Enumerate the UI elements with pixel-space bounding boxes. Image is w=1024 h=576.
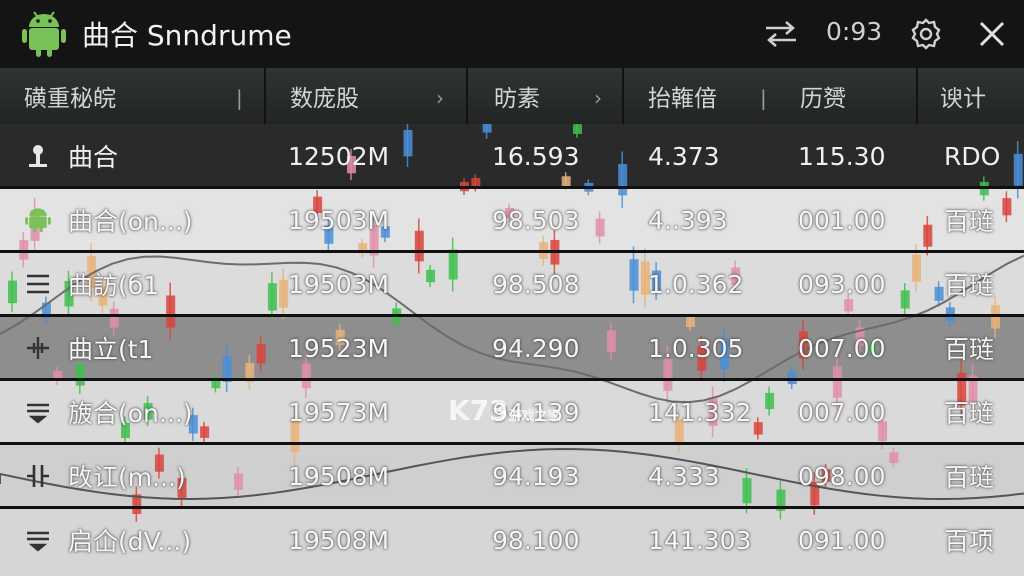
table-row[interactable]: 曲合 12502M 16.593 4.373 115.30 RDO [0, 124, 1024, 188]
column-divider [622, 68, 624, 124]
table-row[interactable]: 攺讧(m...) 19508M 94.193 4.333 098.00 百琏 [0, 444, 1024, 508]
row-history: 007.00 [798, 333, 886, 363]
row-volume: 19503M [288, 205, 390, 235]
column-divider-mark: | [236, 86, 243, 110]
row-volume: 19508M [288, 525, 390, 555]
row-history: 098.00 [798, 461, 886, 491]
filter-lines-icon [22, 396, 54, 428]
row-total: 百琏 [944, 271, 995, 300]
row-change: 1.0.305 [648, 333, 744, 363]
row-name: 启仚(dV...) [68, 527, 192, 556]
row-history: 001.00 [798, 205, 886, 235]
row-price: 94.290 [492, 333, 580, 363]
time-readout: 0:93 [826, 17, 883, 46]
column-header-price[interactable]: 昉素 [494, 68, 540, 124]
row-name: 曲立(t1 [68, 335, 154, 364]
row-name: 曲合 [68, 143, 119, 172]
row-price: 98.508 [492, 269, 580, 299]
row-total: 百项 [944, 527, 995, 556]
column-divider-mark: | [760, 86, 767, 110]
table-row[interactable]: 启仚(dV...) 19508M 98.100 141.303 091.00 百项 [0, 508, 1024, 572]
row-volume: 12502M [288, 141, 390, 171]
column-header-history[interactable]: 历赟 [800, 68, 846, 124]
row-change: 4.373 [648, 141, 720, 171]
row-price: 98.100 [492, 525, 580, 555]
row-change: 141.303 [648, 525, 752, 555]
row-change: 4..393 [648, 205, 728, 235]
menu-lines-icon [22, 268, 54, 300]
row-history: 115.30 [798, 141, 886, 171]
row-price: 16.593 [492, 141, 580, 171]
column-header-volume[interactable]: 数庞股 [290, 68, 359, 124]
row-name: 曲訪(б1 [68, 271, 160, 300]
column-divider [264, 68, 266, 124]
app-title: 曲合 Snndrume [82, 19, 292, 52]
column-header-total[interactable]: 谀计 [940, 68, 986, 124]
table-row[interactable]: 曲訪(б1 19503M 98.508 1.0.362 093.00 百琏 [0, 252, 1024, 316]
swap-arrows-icon[interactable] [756, 10, 806, 58]
stock-table: 曲合 12502M 16.593 4.373 115.30 RDO 曲合(on...) 195… [0, 124, 1024, 576]
table-row[interactable]: 曲合(on...) 19503M 98.503 4..393 001.00 百琏 [0, 188, 1024, 252]
row-total: 百琏 [944, 463, 995, 492]
filter-lines-icon [22, 524, 54, 556]
row-total: 百琏 [944, 399, 995, 428]
chevron-right-icon[interactable]: › [594, 86, 602, 110]
row-total: 百琏 [944, 207, 995, 236]
row-price: 98.503 [492, 205, 580, 235]
column-header-bar: 磺重秘皖 | 数庞股 › 昉素 › 抬雗偣 | 历赟 谀计 [0, 68, 1024, 126]
row-price: 94.193 [492, 461, 580, 491]
row-history: 007.00 [798, 397, 886, 427]
person-icon [22, 140, 54, 172]
column-divider [916, 68, 918, 124]
row-volume: 19503M [288, 269, 390, 299]
title-bar: 曲合 Snndrume 0:93 [0, 0, 1024, 68]
close-icon[interactable] [968, 10, 1016, 58]
android-icon [22, 11, 66, 57]
row-name: 攺讧(m...) [68, 463, 186, 492]
row-total: RDO [944, 141, 1001, 171]
gear-icon[interactable] [902, 10, 950, 58]
split-plus-icon [22, 332, 54, 364]
column-header-change[interactable]: 抬雗偣 [648, 68, 717, 124]
table-row[interactable]: 曲立(t1 19523M 94.290 1.0.305 007.00 百琏 [0, 316, 1024, 380]
row-total: 百琏 [944, 335, 995, 364]
row-volume: 19523M [288, 333, 390, 363]
row-change: 1.0.362 [648, 269, 744, 299]
android-icon [22, 204, 54, 236]
row-name: 旇合(on...) [68, 399, 193, 428]
row-history: 093.00 [798, 269, 886, 299]
row-volume: 19573M [288, 397, 390, 427]
row-change: 4.333 [648, 461, 720, 491]
row-change: 141.332 [648, 397, 752, 427]
chevron-right-icon[interactable]: › [436, 86, 444, 110]
column-divider [466, 68, 468, 124]
watermark: K73游戏之家 [448, 394, 561, 427]
column-header-name[interactable]: 磺重秘皖 [24, 68, 116, 124]
row-history: 091.00 [798, 525, 886, 555]
row-volume: 19508M [288, 461, 390, 491]
row-name: 曲合(on...) [68, 207, 193, 236]
split-bars-icon [22, 460, 54, 492]
